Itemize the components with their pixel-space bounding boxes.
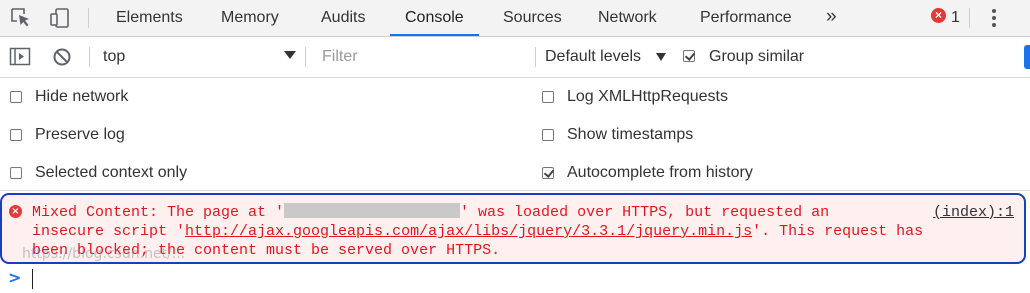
error-icon[interactable]: ×: [931, 8, 946, 23]
filter-input[interactable]: [314, 43, 532, 71]
message-text: Mixed Content: The page at ': [32, 204, 285, 221]
redacted-url: [284, 203, 461, 218]
group-similar-checkbox[interactable]: [683, 50, 695, 62]
autocomplete-history-label[interactable]: Autocomplete from history: [567, 154, 753, 192]
panel-edge-indicator: [1024, 45, 1030, 69]
show-timestamps-checkbox[interactable]: [542, 129, 554, 141]
tab-network[interactable]: Network: [598, 0, 657, 36]
devtools-tabbar: Elements Memory Audits Console Sources N…: [0, 0, 1030, 37]
more-options-icon[interactable]: [987, 6, 1001, 30]
selected-context-label[interactable]: Selected context only: [35, 154, 187, 192]
source-link-text[interactable]: (index):1: [933, 204, 1014, 221]
message-text: ' was loaded over HTTPS, but requested a…: [460, 204, 830, 221]
message-text: '. This request has: [752, 223, 924, 240]
console-settings-pane: Hide network Preserve log Selected conte…: [0, 78, 1030, 191]
toolbar-divider: [88, 8, 89, 28]
context-selector[interactable]: top: [103, 37, 303, 77]
autocomplete-history-checkbox[interactable]: [542, 167, 554, 179]
tab-console[interactable]: Console: [390, 0, 479, 36]
console-error-message: × Mixed Content: The page at ' ' was load…: [0, 193, 1026, 264]
inspect-element-icon[interactable]: [9, 6, 33, 30]
tab-performance[interactable]: Performance: [700, 0, 792, 36]
console-input[interactable]: [34, 266, 1014, 292]
console-prompt-icon: >: [8, 268, 22, 287]
hide-network-checkbox[interactable]: [10, 91, 22, 103]
chevron-down-icon[interactable]: [284, 51, 296, 59]
error-message-text: Mixed Content: The page at ' ' was loaded…: [32, 203, 1012, 260]
source-link[interactable]: (index):1: [933, 203, 1014, 222]
toolbar-divider: [305, 47, 306, 67]
tab-audits[interactable]: Audits: [321, 0, 365, 36]
script-url-link[interactable]: http://ajax.googleapis.com/ajax/libs/jqu…: [185, 223, 752, 240]
toolbar-divider: [535, 47, 536, 67]
show-timestamps-label[interactable]: Show timestamps: [567, 116, 693, 154]
tab-sources[interactable]: Sources: [503, 0, 562, 36]
toolbar-divider: [89, 47, 90, 67]
message-text: insecure script ': [32, 223, 186, 240]
preserve-log-label[interactable]: Preserve log: [35, 116, 125, 154]
hide-network-label[interactable]: Hide network: [35, 78, 128, 116]
log-xmlhttprequests-label[interactable]: Log XMLHttpRequests: [567, 78, 728, 116]
error-icon: ×: [9, 205, 22, 218]
device-toolbar-icon[interactable]: [48, 6, 72, 30]
chevron-down-icon[interactable]: [656, 53, 666, 61]
text-caret: [32, 269, 33, 289]
group-similar-label[interactable]: Group similar: [709, 37, 804, 77]
log-levels-dropdown[interactable]: Default levels: [545, 37, 641, 77]
message-text: been blocked; the content must be served…: [32, 242, 501, 259]
console-toolbar: top Default levels Group similar: [0, 37, 1030, 78]
toolbar-divider: [969, 8, 970, 28]
preserve-log-checkbox[interactable]: [10, 129, 22, 141]
selected-context-checkbox[interactable]: [10, 167, 22, 179]
sidebar-toggle-icon[interactable]: [8, 45, 32, 69]
tab-elements[interactable]: Elements: [116, 0, 183, 36]
log-xmlhttprequests-checkbox[interactable]: [542, 91, 554, 103]
clear-console-icon[interactable]: [50, 45, 74, 69]
tab-memory[interactable]: Memory: [221, 0, 279, 36]
more-tabs-button[interactable]: »: [826, 0, 837, 36]
error-count[interactable]: 1: [951, 0, 960, 36]
